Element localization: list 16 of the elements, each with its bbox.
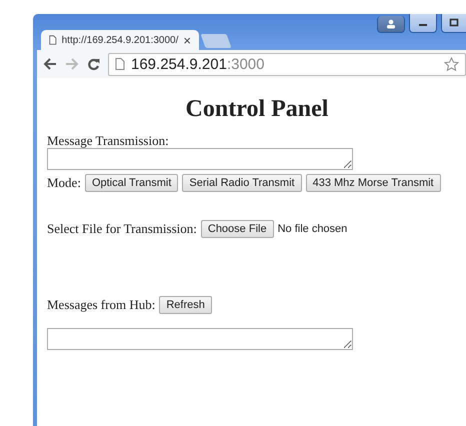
choose-file-button[interactable]: Choose File xyxy=(200,220,274,238)
close-tab-button[interactable]: × xyxy=(183,32,191,48)
field-label: Select File for Transmission: xyxy=(47,221,197,237)
field-label: Messages from Hub: xyxy=(47,297,156,313)
field-label: Mode: xyxy=(47,175,81,191)
address-bar[interactable]: 169.254.9.201:3000 xyxy=(108,52,466,76)
mode-button[interactable]: Optical Transmit xyxy=(84,174,178,192)
refresh-button[interactable]: Refresh xyxy=(159,296,212,314)
field-label: Message Transmission: xyxy=(47,133,170,148)
mode-button[interactable]: 433 Mhz Morse Transmit xyxy=(306,174,441,192)
browser-tab[interactable]: http://169.254.9.201:3000/ × xyxy=(41,30,199,50)
file-status: No file chosen xyxy=(278,223,348,235)
url-text: 169.254.9.201:3000 xyxy=(131,56,264,72)
mode-button[interactable]: Serial Radio Transmit xyxy=(182,174,302,192)
page-heading: Control Panel xyxy=(184,96,330,123)
tab-title: http://169.254.9.201:3000/ xyxy=(62,34,178,46)
